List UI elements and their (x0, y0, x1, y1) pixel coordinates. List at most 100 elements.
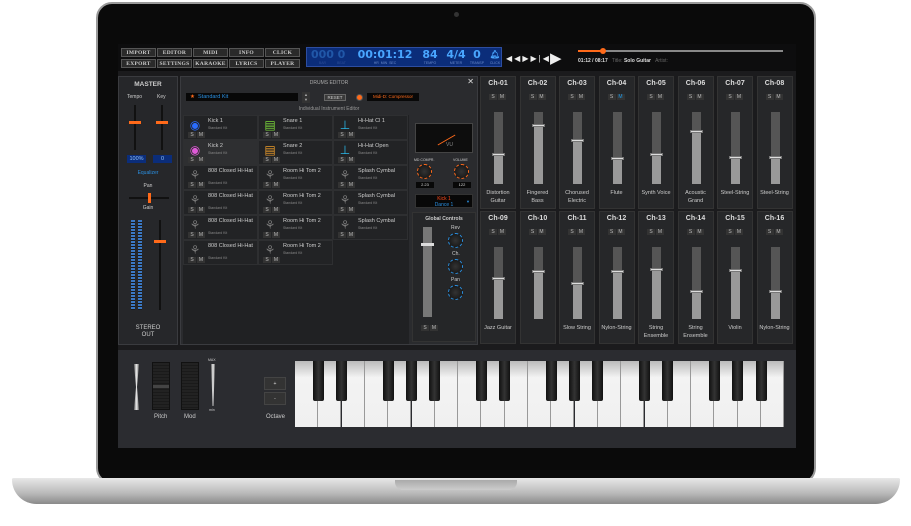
solo-button[interactable]: S (726, 229, 734, 235)
solo-button[interactable]: S (568, 229, 576, 235)
click-toggle[interactable]: 🔔︎ CLICK (487, 49, 503, 65)
solo-button[interactable]: S (765, 94, 774, 100)
channel-fader[interactable] (650, 247, 663, 319)
channel-fader[interactable] (689, 112, 703, 184)
solo-button[interactable]: S (607, 94, 616, 100)
mute-button[interactable]: M (347, 157, 355, 163)
solo-button[interactable]: S (528, 94, 537, 100)
drum-pad[interactable]: ⚘ 808 Closed Hi-Hat Standard Kit S M (183, 165, 258, 190)
black-key[interactable] (499, 361, 511, 401)
black-key[interactable] (662, 361, 674, 401)
channel-fader[interactable] (531, 247, 545, 319)
channel-fader[interactable] (492, 247, 505, 319)
solo-button[interactable]: S (489, 229, 497, 235)
drum-pad[interactable]: ⊥ Hi-Hat Cl 1 Standard Kit S M (333, 115, 408, 140)
reverb-knob[interactable] (448, 233, 463, 248)
channel-fader[interactable] (689, 247, 703, 319)
drum-pad[interactable]: ⚘ Room Hi Tom 2 Standard Kit S M (258, 190, 333, 215)
solo-button[interactable]: S (647, 94, 655, 100)
solo-button[interactable]: S (188, 232, 196, 238)
fader-handle[interactable] (768, 156, 782, 160)
solo-button[interactable]: S (765, 229, 774, 235)
black-key[interactable] (406, 361, 417, 401)
mute-button[interactable]: M (577, 229, 585, 235)
channel-fader[interactable] (650, 112, 663, 184)
solo-button[interactable]: S (188, 182, 196, 188)
drum-pad[interactable]: ⚘ Room Hi Tom 2 Standard Kit S M (258, 215, 333, 240)
solo-button[interactable]: S (188, 157, 196, 163)
play-button[interactable]: ▶ (550, 49, 562, 67)
solo-button[interactable]: S (568, 94, 576, 100)
drum-pad[interactable]: ⚘ 808 Closed Hi-Hat Standard Kit S M (183, 215, 258, 240)
fader-handle[interactable] (610, 156, 624, 160)
channel-fader[interactable] (571, 247, 584, 319)
pan-knob[interactable] (448, 285, 463, 300)
mute-button[interactable]: M (197, 232, 205, 238)
channel-fader[interactable] (610, 112, 624, 184)
black-key[interactable] (592, 361, 604, 401)
octave-up-button[interactable]: + (264, 377, 286, 390)
drum-pad[interactable]: ⚘ Room Hi Tom 2 Standard Kit S M (258, 165, 333, 190)
mute-button[interactable]: M (272, 232, 280, 238)
black-key[interactable] (545, 361, 557, 401)
key-slider[interactable] (156, 105, 168, 150)
effect-select[interactable]: Midi-D: Compressor (367, 93, 419, 101)
black-key[interactable] (639, 361, 650, 401)
solo-button[interactable]: S (726, 94, 734, 100)
fader-handle[interactable] (531, 270, 545, 274)
effect-power-button[interactable] (356, 94, 363, 101)
menu-button-lyrics[interactable]: LYRICS (229, 59, 264, 68)
mute-button[interactable]: M (498, 229, 506, 235)
volume-knob[interactable] (454, 164, 469, 179)
fader-handle[interactable] (729, 156, 742, 160)
drum-pad[interactable]: ⚘ 808 Closed Hi-Hat Standard Kit S M (183, 190, 258, 215)
mute-button[interactable]: M (197, 257, 205, 263)
drum-pad[interactable]: ⚘ 808 Closed Hi-Hat Standard Kit S M (183, 240, 258, 265)
drum-pad[interactable]: ▤ Snare 2 Standard Kit S M (258, 140, 333, 165)
solo-button[interactable]: S (686, 229, 695, 235)
pitch-range-slider[interactable] (134, 364, 139, 410)
close-icon[interactable]: ✕ (467, 77, 474, 86)
mute-button[interactable]: M (577, 94, 585, 100)
solo-button[interactable]: S (489, 94, 497, 100)
solo-button[interactable]: S (647, 229, 655, 235)
mute-button[interactable]: M (656, 229, 664, 235)
drum-pad[interactable]: ⚘ Splash Cymbal Standard Kit S M (333, 165, 408, 190)
solo-button[interactable]: S (338, 182, 346, 188)
fader-handle[interactable] (571, 282, 584, 286)
fader-handle[interactable] (729, 269, 742, 273)
key-value[interactable]: 0 (153, 155, 172, 163)
mute-button[interactable]: M (430, 325, 438, 331)
menu-button-import[interactable]: IMPORT (121, 48, 156, 57)
compressor-knob[interactable] (417, 164, 432, 179)
black-key[interactable] (312, 361, 324, 401)
mute-button[interactable]: M (197, 157, 205, 163)
solo-button[interactable]: S (263, 157, 271, 163)
reset-button[interactable]: RESET (324, 94, 346, 101)
mute-button[interactable]: M (616, 94, 625, 100)
global-volume-fader[interactable] (421, 227, 434, 317)
fader-handle[interactable] (689, 289, 703, 293)
tempo-value[interactable]: 100% (127, 155, 146, 163)
menu-button-click[interactable]: CLICK (265, 48, 300, 57)
fader-handle[interactable] (768, 289, 782, 293)
mute-button[interactable]: M (197, 132, 205, 138)
progress-slider[interactable] (578, 48, 783, 54)
mute-button[interactable]: M (537, 229, 546, 235)
solo-button[interactable]: S (421, 325, 429, 331)
mute-button[interactable]: M (272, 207, 280, 213)
solo-button[interactable]: S (188, 132, 196, 138)
mute-button[interactable]: M (735, 94, 743, 100)
mute-button[interactable]: M (735, 229, 743, 235)
drum-pad[interactable]: ⚘ Splash Cymbal Standard Kit S M (333, 190, 408, 215)
mute-button[interactable]: M (774, 94, 783, 100)
menu-button-player[interactable]: PLAYER (265, 59, 300, 68)
equalizer-button[interactable]: Equalizer (119, 170, 177, 176)
fast-forward-button[interactable]: ▶▶ (522, 54, 538, 63)
mute-button[interactable]: M (695, 94, 704, 100)
progress-handle[interactable] (599, 48, 606, 54)
solo-button[interactable]: S (607, 229, 616, 235)
solo-button[interactable]: S (188, 257, 196, 263)
fader-handle[interactable] (689, 130, 703, 134)
menu-button-export[interactable]: EXPORT (121, 59, 156, 68)
